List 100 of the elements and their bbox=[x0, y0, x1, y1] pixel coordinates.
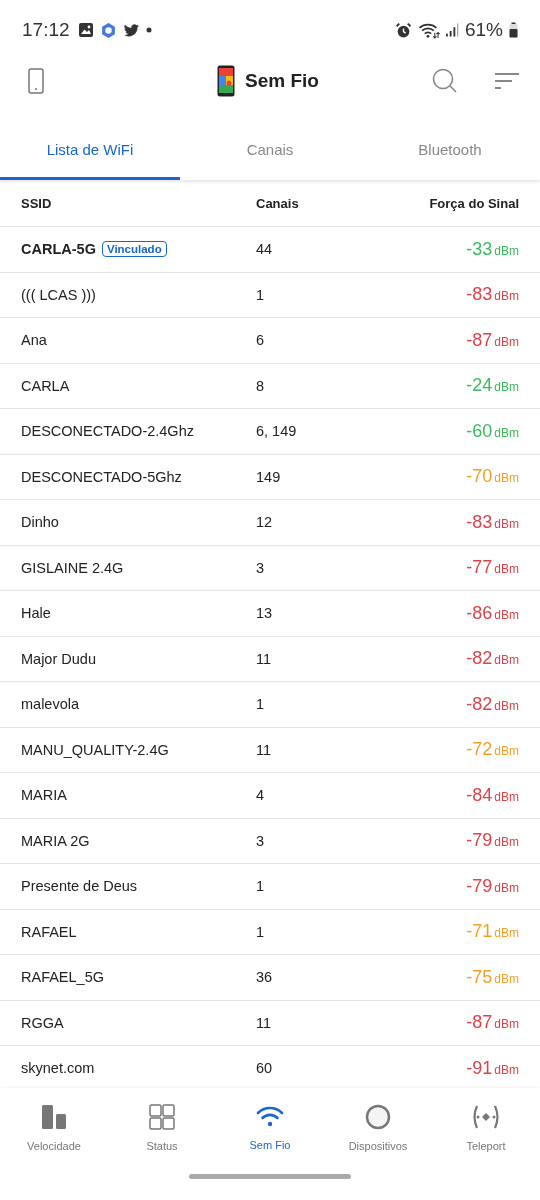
signal-unit: dBm bbox=[494, 516, 519, 531]
ssid-cell: GISLAINE 2.4G bbox=[21, 559, 124, 576]
signal-unit: dBm bbox=[494, 471, 519, 486]
ssid-cell: MARIA bbox=[21, 787, 67, 804]
ssid-cell: DESCONECTADO-2.4Ghz bbox=[21, 423, 194, 440]
channel-cell-text: 11 bbox=[256, 650, 273, 667]
signal-unit: dBm bbox=[494, 425, 519, 440]
tab[interactable]: Lista de WiFi bbox=[0, 122, 180, 180]
signal-value: -84 bbox=[466, 784, 493, 806]
signal-value: -77 bbox=[466, 557, 493, 579]
status-time: 17:12 bbox=[22, 19, 70, 41]
channel-cell-text: 4 bbox=[256, 787, 266, 804]
signal-value: -33 bbox=[466, 238, 493, 260]
grid-icon bbox=[149, 1104, 175, 1130]
signal-unit: dBm bbox=[494, 380, 519, 395]
bars-icon bbox=[41, 1104, 67, 1130]
nav-item[interactable]: Status bbox=[108, 1088, 216, 1168]
teleport-icon bbox=[471, 1104, 501, 1130]
signal-value: -75 bbox=[466, 966, 493, 988]
signal-unit: dBm bbox=[494, 653, 519, 668]
channel-cell-text: 12 bbox=[256, 514, 274, 531]
signal-unit: dBm bbox=[494, 334, 519, 349]
ssid-cell: DESCONECTADO-5Ghz bbox=[21, 468, 182, 485]
signal-unit: dBm bbox=[494, 289, 519, 304]
wifi-icon bbox=[417, 21, 440, 39]
alarm-icon bbox=[394, 21, 412, 39]
channel-cell-text: 6, 149 bbox=[256, 423, 298, 440]
app-title: Sem Fio bbox=[245, 70, 319, 92]
image-icon bbox=[77, 22, 94, 38]
ssid-cell: CARLA bbox=[21, 377, 70, 394]
phone-logo-icon bbox=[217, 65, 236, 97]
column-header: SSID bbox=[21, 195, 53, 211]
signal-unit: dBm bbox=[494, 1062, 519, 1077]
signal-unit: dBm bbox=[494, 243, 519, 258]
ssid-cell: RGGA bbox=[21, 1014, 64, 1031]
signal-unit: dBm bbox=[494, 698, 519, 713]
circle-icon bbox=[365, 1104, 391, 1130]
signal-unit: dBm bbox=[494, 789, 519, 804]
signal-unit: dBm bbox=[494, 880, 519, 895]
signal-icon bbox=[445, 22, 459, 38]
ssid-cell: skynet.com bbox=[21, 1060, 95, 1077]
channel-cell-text: 1 bbox=[256, 923, 266, 940]
ssid-cell: RAFAEL bbox=[21, 923, 77, 940]
signal-unit: dBm bbox=[494, 607, 519, 622]
signal-unit: dBm bbox=[494, 926, 519, 941]
ssid-cell: RAFAEL_5G bbox=[21, 969, 104, 986]
ssid-cell: malevola bbox=[21, 696, 80, 713]
channel-cell-text: 1 bbox=[256, 696, 266, 713]
ssid-cell: Hale bbox=[21, 605, 51, 622]
ssid-cell: Major Dudu bbox=[21, 650, 96, 667]
channel-cell-text: 149 bbox=[256, 468, 282, 485]
signal-value: -86 bbox=[466, 602, 493, 624]
sort-icon[interactable] bbox=[494, 72, 520, 90]
signal-unit: dBm bbox=[494, 971, 519, 986]
signal-value: -87 bbox=[466, 329, 493, 351]
ssid-cell: Presente de Deus bbox=[21, 878, 138, 895]
signal-value: -70 bbox=[466, 466, 493, 488]
bird-icon bbox=[122, 21, 140, 39]
nav-item[interactable]: Velocidade bbox=[0, 1088, 108, 1168]
signal-value: -72 bbox=[466, 739, 493, 761]
nav-item[interactable]: Dispositivos bbox=[324, 1088, 432, 1168]
column-header: Força do Sinal bbox=[428, 195, 519, 211]
wifi-icon bbox=[256, 1105, 284, 1129]
linked-badge: Vinculado bbox=[101, 241, 167, 258]
dot-icon bbox=[145, 27, 152, 33]
search-icon[interactable] bbox=[432, 68, 458, 94]
signal-value: -87 bbox=[466, 1012, 493, 1034]
channel-cell-text: 44 bbox=[256, 241, 274, 258]
ssid-cell: Dinho bbox=[21, 514, 59, 531]
signal-unit: dBm bbox=[494, 744, 519, 759]
signal-value: -71 bbox=[466, 921, 493, 943]
signal-value: -24 bbox=[466, 375, 493, 397]
signal-value: -60 bbox=[466, 420, 493, 442]
signal-value: -91 bbox=[466, 1057, 493, 1079]
ssid-cell: Ana bbox=[21, 332, 47, 349]
signal-value: -79 bbox=[466, 875, 493, 897]
channel-cell-text: 13 bbox=[256, 605, 274, 622]
channel-cell-text: 6 bbox=[256, 332, 266, 349]
signal-value: -82 bbox=[466, 648, 493, 670]
signal-unit: dBm bbox=[494, 835, 519, 850]
channel-cell-text: 8 bbox=[256, 377, 266, 394]
ssid-cell: MANU_QUALITY-2.4G bbox=[21, 741, 169, 758]
nav-item[interactable]: Sem Fio bbox=[216, 1088, 324, 1168]
phone-icon[interactable] bbox=[28, 68, 44, 94]
channel-cell-text: 36 bbox=[256, 969, 274, 986]
channel-cell-text: 1 bbox=[256, 878, 266, 895]
battery-percentage: 61% bbox=[464, 19, 503, 41]
channel-cell-text: 3 bbox=[256, 559, 266, 576]
nav-item[interactable]: Teleport bbox=[432, 1088, 540, 1168]
channel-cell-text: 11 bbox=[256, 1014, 273, 1031]
signal-value: -83 bbox=[466, 511, 493, 533]
signal-unit: dBm bbox=[494, 1017, 519, 1032]
ssid-cell: MARIA 2G bbox=[21, 832, 90, 849]
signal-value: -82 bbox=[466, 693, 493, 715]
battery-icon bbox=[509, 22, 518, 38]
signal-value: -83 bbox=[466, 284, 493, 306]
column-header: Canais bbox=[256, 195, 300, 211]
tab[interactable]: Bluetooth bbox=[360, 122, 540, 180]
channel-cell-text: 60 bbox=[256, 1060, 274, 1077]
tab[interactable]: Canais bbox=[180, 122, 360, 180]
